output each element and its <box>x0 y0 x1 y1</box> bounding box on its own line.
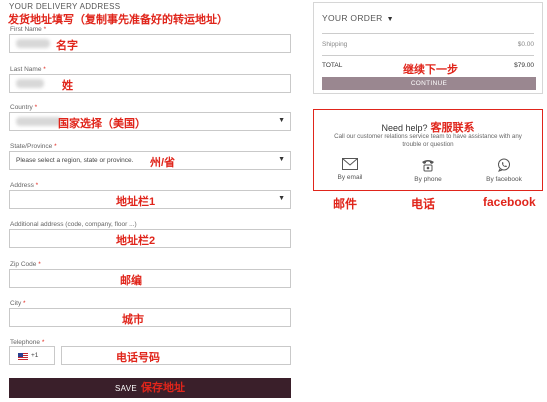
last-name-label: Last Name * <box>10 66 46 73</box>
first-name-annotation: 名字 <box>56 40 78 52</box>
phone-annotation: 电话 <box>411 197 436 211</box>
shipping-label: Shipping <box>322 41 348 48</box>
delivery-address-form: YOUR DELIVERY ADDRESS 发货地址填写（复制事先准备好的转运地… <box>0 0 300 402</box>
continue-button[interactable]: CONTINUE <box>322 77 536 90</box>
help-title-text: Need help? <box>381 123 428 133</box>
redacted-value <box>16 39 50 48</box>
address-annotation: 地址栏1 <box>116 196 156 208</box>
shipping-row: Shipping $0.00 <box>322 41 534 48</box>
chevron-down-icon: ▼ <box>278 117 285 124</box>
first-name-input[interactable] <box>9 34 291 53</box>
phone-country-selector[interactable]: +1 <box>9 346 55 365</box>
address-label: Address * <box>10 182 39 189</box>
telephone-annotation: 电话号码 <box>116 352 160 364</box>
contact-phone-label: By phone <box>414 176 442 183</box>
city-annotation: 城市 <box>122 314 144 326</box>
chat-icon <box>498 158 510 172</box>
contact-facebook[interactable]: By facebook <box>474 158 534 183</box>
total-value: $79.00 <box>514 62 534 69</box>
state-label: State/Province * <box>10 143 57 150</box>
divider <box>322 33 534 34</box>
city-label: City * <box>10 300 26 307</box>
help-text: Call our customer relations service team… <box>334 133 522 148</box>
zip-code-label: Zip Code * <box>10 261 41 268</box>
country-annotation: 国家选择（美国） <box>58 118 146 130</box>
contact-facebook-label: By facebook <box>486 176 522 183</box>
last-name-input[interactable] <box>9 74 291 93</box>
additional-address-annotation: 地址栏2 <box>116 235 156 247</box>
chevron-down-icon: ▼ <box>278 195 285 202</box>
save-annotation: 保存地址 <box>140 382 185 394</box>
section-title: YOUR DELIVERY ADDRESS <box>9 2 121 11</box>
total-label: TOTAL <box>322 62 343 69</box>
telephone-icon <box>422 160 434 172</box>
telephone-input[interactable] <box>61 346 291 365</box>
envelope-icon <box>342 158 358 170</box>
country-label: Country * <box>10 104 38 111</box>
order-title: YOUR ORDER <box>322 13 383 23</box>
help-panel: Need help? 客服联系 Call our customer relatio… <box>313 109 543 191</box>
order-summary-toggle[interactable]: YOUR ORDER ▼ <box>322 13 394 23</box>
state-select-value: Please select a region, state or provinc… <box>16 157 134 164</box>
state-annotation: 州/省 <box>150 157 176 169</box>
contact-email-label: By email <box>337 174 363 181</box>
save-button[interactable]: SAVE 保存地址 <box>9 378 291 398</box>
continue-annotation: 继续下一步 <box>403 64 458 76</box>
save-button-label: SAVE <box>115 384 137 393</box>
city-input[interactable] <box>9 308 291 327</box>
redacted-value <box>16 117 62 126</box>
divider <box>322 55 534 56</box>
country-select[interactable]: ▼ <box>9 112 291 131</box>
instruction-annotation: 发货地址填写（复制事先准备好的转运地址） <box>8 14 228 26</box>
caret-down-icon: ▼ <box>386 16 394 23</box>
zip-code-input[interactable] <box>9 269 291 288</box>
order-summary: YOUR ORDER ▼ Shipping $0.00 TOTAL $79.00 … <box>313 2 543 94</box>
last-name-annotation: 姓 <box>62 80 73 92</box>
first-name-label: First Name * <box>10 26 47 33</box>
sidebar: YOUR ORDER ▼ Shipping $0.00 TOTAL $79.00 … <box>313 0 547 402</box>
phone-country-code: +1 <box>31 352 39 359</box>
shipping-value: $0.00 <box>517 41 534 48</box>
email-annotation: 邮件 <box>333 197 358 211</box>
contact-email[interactable]: By email <box>320 158 380 181</box>
facebook-annotation: facebook <box>483 195 536 209</box>
telephone-label: Telephone * <box>10 339 45 346</box>
redacted-value <box>16 79 44 88</box>
us-flag-icon <box>18 353 28 360</box>
chevron-down-icon: ▼ <box>278 156 285 163</box>
contact-phone[interactable]: By phone <box>398 158 458 183</box>
additional-address-label: Additional address (code, company, floor… <box>10 221 137 228</box>
zip-code-annotation: 邮编 <box>120 275 142 287</box>
